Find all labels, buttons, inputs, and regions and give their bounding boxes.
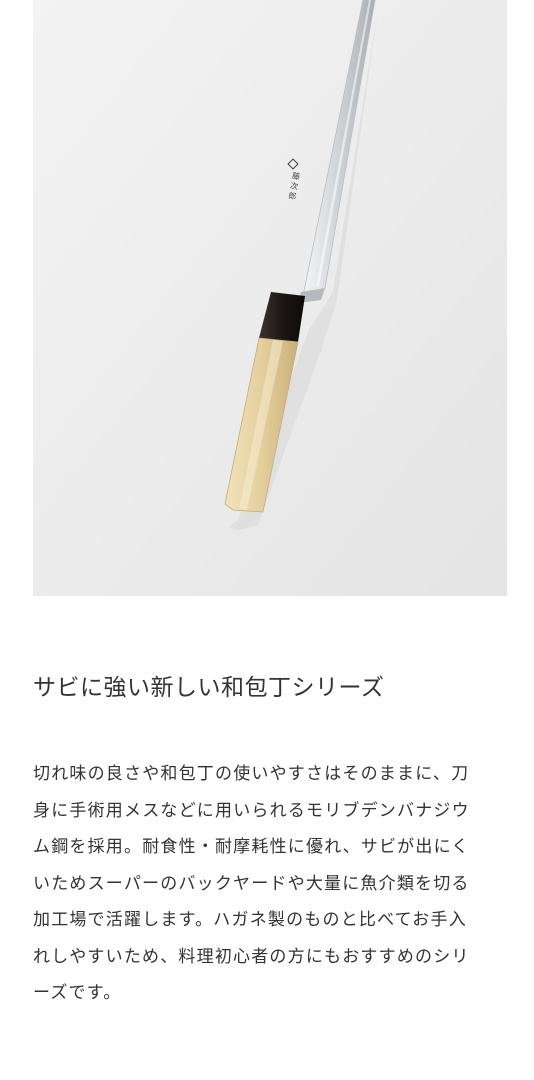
product-description: 切れ味の良さや和包丁の使いやすさはそのままに、刀 身に手術用メスなどに用いられる…	[33, 756, 503, 1012]
knife-illustration	[33, 0, 507, 596]
product-image: 藤次郎	[33, 0, 507, 596]
section-heading: サビに強い新しい和包丁シリーズ	[33, 675, 385, 701]
description-line: いためスーパーのバックヤードや大量に魚介類を切る	[33, 873, 470, 894]
description-line: ーズです。	[33, 983, 122, 1003]
description-line: 加工場で活躍します。ハガネ製のものと比べてお手入	[33, 910, 467, 930]
description-line: れしやすいため、料理初心者の方にもおすすめのシリ	[33, 946, 470, 967]
description-line: 切れ味の良さや和包丁の使いやすさはそのままに、刀	[33, 764, 470, 784]
description-line: ム鋼を採用。耐食性・耐摩耗性に優れ、サビが出にく	[33, 837, 470, 857]
description-line: 身に手術用メスなどに用いられるモリブデンバナジウ	[33, 800, 470, 821]
